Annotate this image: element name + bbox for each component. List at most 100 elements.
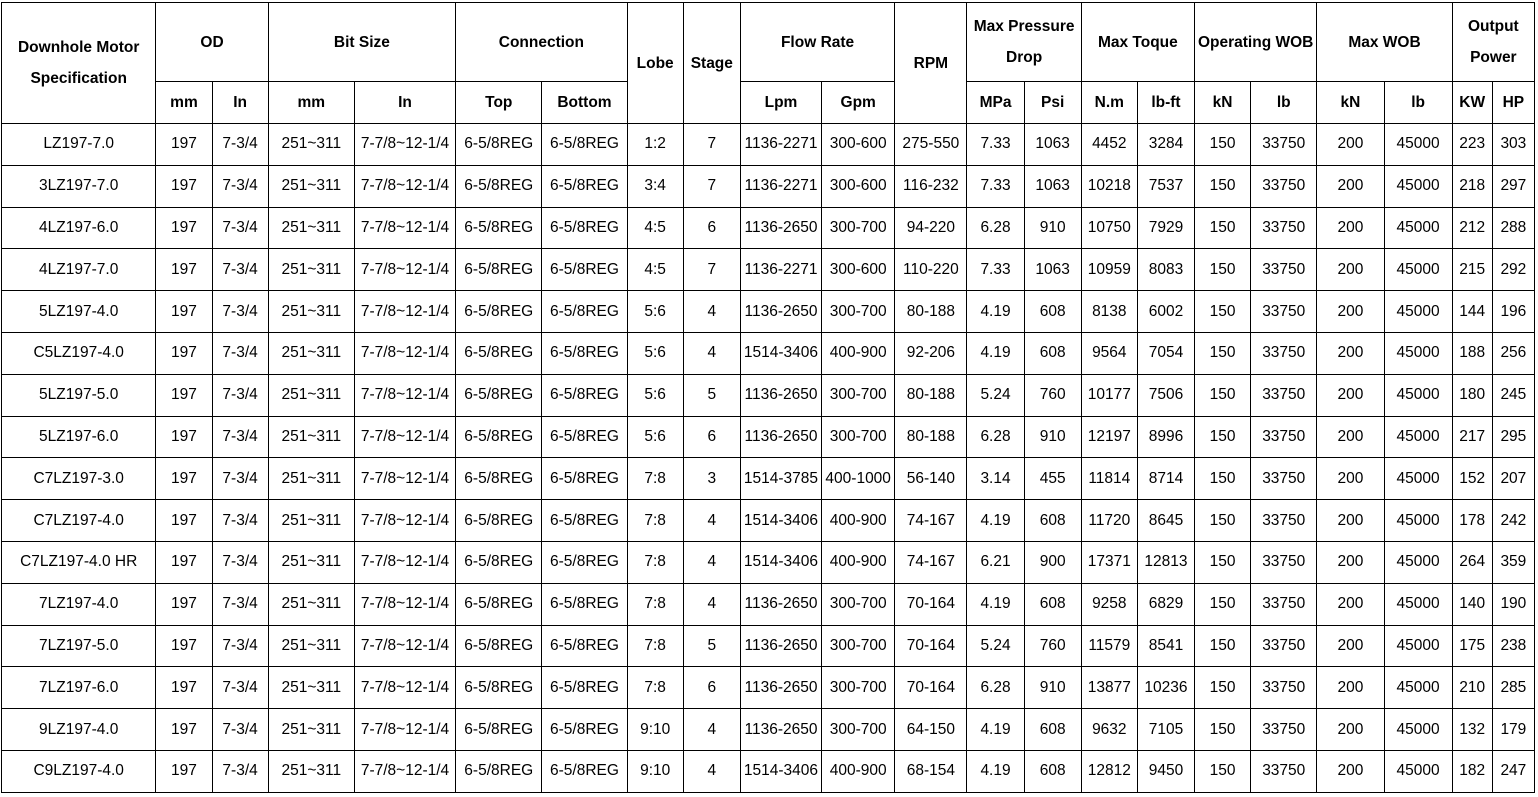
table-cell: 6002: [1136, 290, 1196, 333]
table-cell: 7: [682, 164, 741, 208]
table-cell: 6-5/8REG: [541, 123, 628, 166]
table-cell: 178: [1451, 499, 1493, 542]
table-cell: 251~311: [267, 749, 355, 793]
table-row: 5LZ197-6.0 197 7-3/4 251~311 7-7/8~12-1/4 6-5…: [0, 415, 1536, 459]
table-cell: 45000: [1383, 331, 1453, 375]
table-cell: 251~311: [267, 331, 355, 375]
table-cell: 300-700: [821, 373, 896, 417]
model-cell: C7LZ197-4.0 HR: [0, 540, 157, 584]
table-cell: 6-5/8REG: [455, 415, 543, 459]
table-cell: 4.19: [966, 499, 1025, 542]
table-cell: 74-167: [894, 540, 968, 584]
header-max-toque: Max Toque: [1080, 2, 1196, 82]
table-cell: 6-5/8REG: [541, 373, 628, 417]
model-cell: C7LZ197-3.0: [0, 457, 157, 501]
table-cell: 45000: [1383, 164, 1453, 208]
table-cell: 7-3/4: [211, 540, 269, 584]
table-cell: 217: [1451, 415, 1493, 459]
table-cell: 9258: [1080, 582, 1138, 626]
table-cell: 1514-3406: [739, 331, 823, 375]
header-operating-wob: Operating WOB: [1194, 2, 1318, 82]
table-cell: 7-7/8~12-1/4: [353, 540, 457, 584]
table-cell: 6-5/8REG: [541, 708, 628, 751]
table-cell: 11720: [1080, 499, 1138, 542]
table-cell: 33750: [1250, 206, 1318, 250]
table-cell: 7-3/4: [211, 749, 269, 793]
table-cell: 8714: [1136, 457, 1196, 501]
subheader-opwob-kn: kN: [1194, 81, 1252, 124]
table-cell: 300-600: [821, 164, 896, 208]
table-cell: 5: [682, 624, 741, 668]
table-cell: 70-164: [894, 624, 968, 668]
table-cell: 7-7/8~12-1/4: [353, 164, 457, 208]
table-cell: 150: [1194, 248, 1252, 292]
header-rpm: RPM: [894, 2, 968, 124]
header-od: OD: [155, 2, 269, 82]
motor-spec-table: Downhole Motor Specification OD Bit Size…: [0, 2, 1536, 793]
table-cell: 1136-2271: [739, 164, 823, 208]
table-cell: 6: [682, 666, 741, 710]
table-cell: 300-700: [821, 666, 896, 710]
table-cell: 150: [1194, 457, 1252, 501]
table-cell: 300-600: [821, 248, 896, 292]
header-output-power: Output Power: [1451, 2, 1536, 82]
table-cell: 251~311: [267, 206, 355, 250]
table-cell: 197: [155, 164, 213, 208]
table-cell: 6-5/8REG: [541, 248, 628, 292]
table-cell: 7-7/8~12-1/4: [353, 290, 457, 333]
table-cell: 7-7/8~12-1/4: [353, 708, 457, 751]
table-row: LZ197-7.0 197 7-3/4 251~311 7-7/8~12-1/4 6-5/…: [0, 123, 1536, 166]
table-cell: 6-5/8REG: [541, 540, 628, 584]
table-cell: 7929: [1136, 206, 1196, 250]
table-cell: 6-5/8REG: [455, 457, 543, 501]
table-cell: 74-167: [894, 499, 968, 542]
table-cell: 56-140: [894, 457, 968, 501]
table-cell: 150: [1194, 708, 1252, 751]
table-cell: 45000: [1383, 708, 1453, 751]
table-cell: 197: [155, 582, 213, 626]
table-cell: 7.33: [966, 164, 1025, 208]
table-cell: 275-550: [894, 123, 968, 166]
table-body: LZ197-7.0 197 7-3/4 251~311 7-7/8~12-1/4 6-5/…: [0, 123, 1536, 793]
table-cell: 8996: [1136, 415, 1196, 459]
table-cell: 200: [1316, 666, 1385, 710]
table-cell: 7-7/8~12-1/4: [353, 331, 457, 375]
table-cell: 9450: [1136, 749, 1196, 793]
table-cell: 247: [1491, 749, 1536, 793]
table-row: 9LZ197-4.0 197 7-3/4 251~311 7-7/8~12-1/4 6-5…: [0, 708, 1536, 751]
table-cell: 45000: [1383, 624, 1453, 668]
subheader-connection-bottom: Bottom: [541, 81, 628, 124]
table-cell: 33750: [1250, 708, 1318, 751]
header-lobe: Lobe: [626, 2, 684, 124]
table-cell: 33750: [1250, 290, 1318, 333]
table-cell: 150: [1194, 666, 1252, 710]
table-cell: 7:8: [626, 499, 684, 542]
table-cell: 4.19: [966, 708, 1025, 751]
table-cell: 197: [155, 415, 213, 459]
table-cell: 10218: [1080, 164, 1138, 208]
model-cell: 9LZ197-4.0: [0, 708, 157, 751]
table-cell: 6-5/8REG: [455, 749, 543, 793]
model-cell: 7LZ197-5.0: [0, 624, 157, 668]
table-cell: 6-5/8REG: [455, 290, 543, 333]
model-cell: 4LZ197-7.0: [0, 248, 157, 292]
header-bit-size: Bit Size: [267, 2, 457, 82]
table-cell: 760: [1023, 624, 1082, 668]
table-cell: 6-5/8REG: [541, 499, 628, 542]
table-cell: 900: [1023, 540, 1082, 584]
table-row: C7LZ197-4.0 197 7-3/4 251~311 7-7/8~12-1/4 6-…: [0, 499, 1536, 542]
table-cell: 7-3/4: [211, 373, 269, 417]
table-cell: 7-7/8~12-1/4: [353, 123, 457, 166]
table-cell: 150: [1194, 373, 1252, 417]
table-cell: 7: [682, 123, 741, 166]
table-cell: 6-5/8REG: [455, 582, 543, 626]
table-cell: 197: [155, 206, 213, 250]
table-cell: 297: [1491, 164, 1536, 208]
table-cell: 110-220: [894, 248, 968, 292]
table-cell: 6.21: [966, 540, 1025, 584]
table-cell: 197: [155, 666, 213, 710]
table-cell: 6-5/8REG: [455, 123, 543, 166]
table-cell: 150: [1194, 499, 1252, 542]
table-cell: 7:8: [626, 624, 684, 668]
table-cell: 1063: [1023, 248, 1082, 292]
